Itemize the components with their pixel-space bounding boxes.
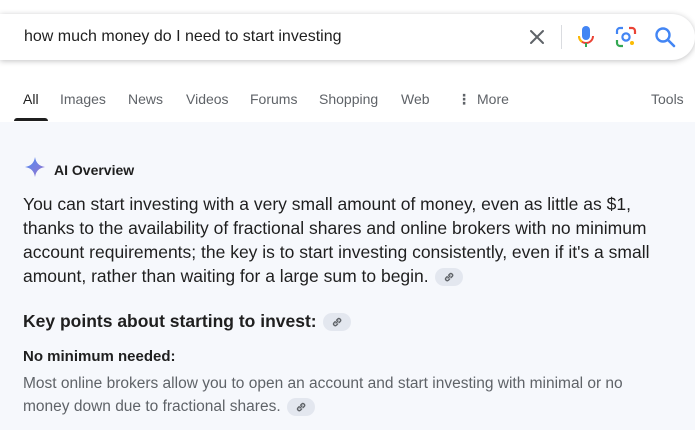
sparkle-icon <box>24 156 46 183</box>
search-input[interactable] <box>24 14 504 60</box>
search-divider <box>561 25 562 49</box>
tab-more-label: More <box>477 91 509 107</box>
tab-news[interactable]: News <box>128 91 163 107</box>
microphone-icon[interactable] <box>574 25 598 49</box>
key-points-heading: Key points about starting to invest: <box>23 311 351 332</box>
search-tabs: All Images News Videos Forums Shopping W… <box>0 80 695 123</box>
tools-button[interactable]: Tools <box>651 91 684 107</box>
ai-overview-header: AI Overview <box>24 156 134 183</box>
ai-overview-label: AI Overview <box>54 161 135 178</box>
tab-images[interactable]: Images <box>60 91 106 107</box>
ai-summary-text: You can start investing with a very smal… <box>23 194 650 286</box>
vertical-dots-icon: ⋮ <box>457 91 471 107</box>
tab-forums[interactable]: Forums <box>250 91 297 107</box>
tab-web[interactable]: Web <box>401 91 430 107</box>
camera-lens-icon[interactable] <box>614 25 638 49</box>
point-title: No minimum needed: <box>23 348 176 365</box>
key-points-heading-text: Key points about starting to invest: <box>23 311 317 331</box>
search-bar <box>0 14 695 60</box>
point-detail: Most online brokers allow you to open an… <box>23 372 663 418</box>
active-tab-indicator <box>14 118 48 121</box>
link-icon[interactable] <box>286 397 315 416</box>
ai-overview: AI Overview You can start investing with… <box>0 122 695 430</box>
tab-all[interactable]: All <box>23 91 39 107</box>
tab-more[interactable]: ⋮ More <box>457 91 509 108</box>
close-icon[interactable] <box>525 25 549 49</box>
point-detail-text: Most online brokers allow you to open an… <box>23 375 623 415</box>
link-icon[interactable] <box>434 268 463 287</box>
tab-shopping[interactable]: Shopping <box>319 91 378 107</box>
ai-summary: You can start investing with a very smal… <box>23 192 663 288</box>
tab-videos[interactable]: Videos <box>186 91 229 107</box>
search-icon[interactable] <box>653 25 677 49</box>
link-icon[interactable] <box>322 312 351 331</box>
